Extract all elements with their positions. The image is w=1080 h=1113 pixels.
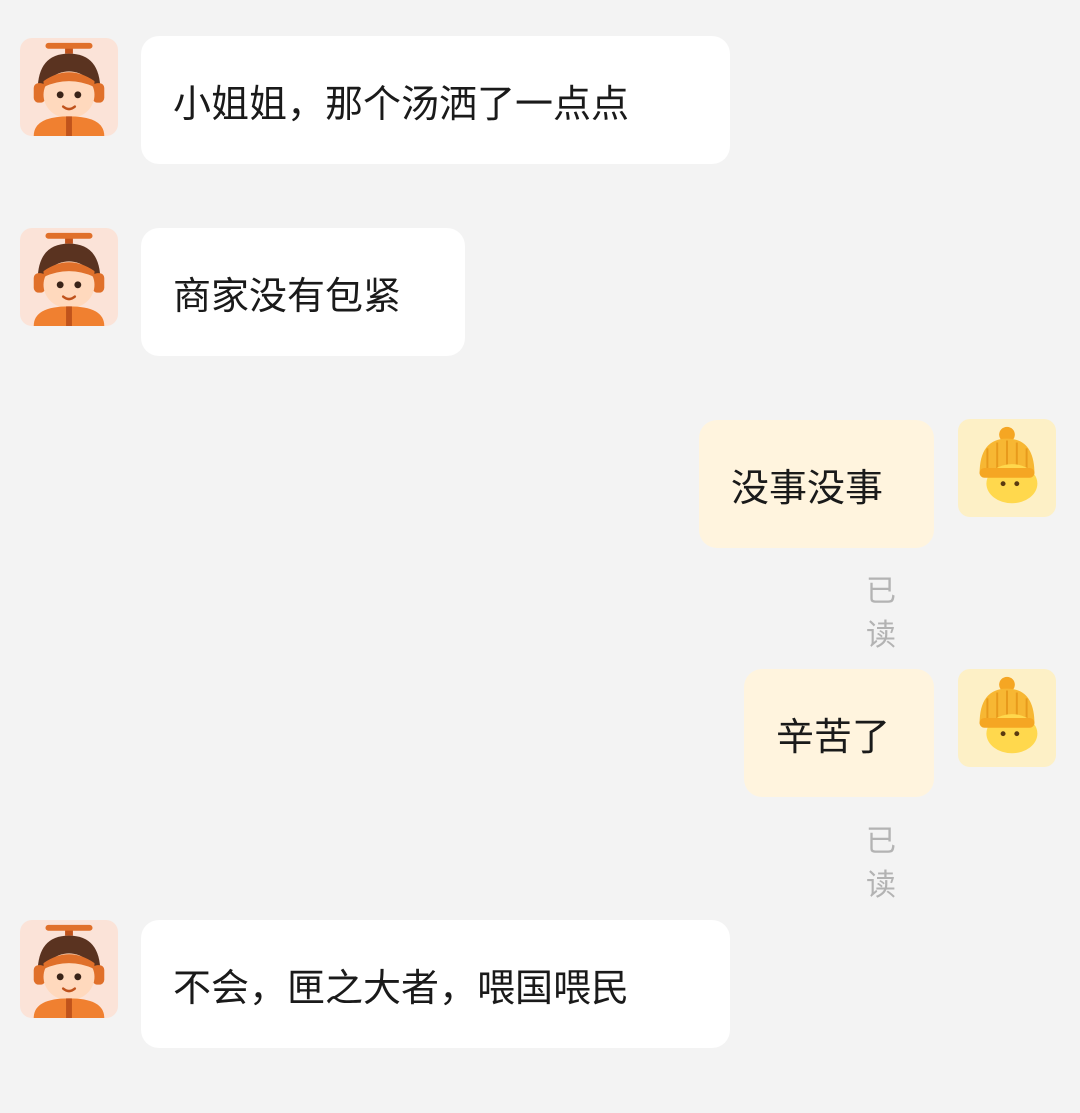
message-text: 商家没有包紧 [173, 273, 402, 318]
read-status: 已读 [866, 824, 896, 903]
message-text: 小姐姐，那个汤洒了一点点 [173, 81, 630, 126]
message-text: 没事没事 [731, 465, 884, 510]
message-text: 不会，匣之大者，喂国喂民 [173, 965, 630, 1010]
user-avatar-icon[interactable] [958, 419, 1056, 517]
read-status: 已读 [866, 574, 896, 653]
message-bubble[interactable]: 不会，匣之大者，喂国喂民 [141, 920, 730, 1048]
message-bubble[interactable]: 商家没有包紧 [141, 228, 465, 356]
message-bubble[interactable]: 小姐姐，那个汤洒了一点点 [141, 36, 730, 164]
message-bubble[interactable]: 辛苦了 [744, 669, 934, 797]
message-bubble[interactable]: 没事没事 [699, 420, 934, 548]
rider-avatar-icon[interactable] [20, 228, 118, 326]
rider-avatar-icon[interactable] [20, 38, 118, 136]
user-avatar-icon[interactable] [958, 669, 1056, 767]
message-text: 辛苦了 [776, 714, 891, 759]
rider-avatar-icon[interactable] [20, 920, 118, 1018]
